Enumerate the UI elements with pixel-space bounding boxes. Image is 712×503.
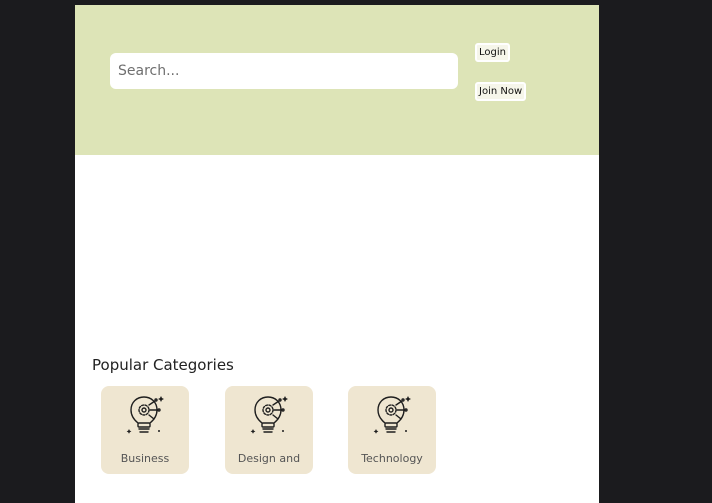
lightbulb-gear-icon [126,396,164,434]
category-card-technology[interactable]: Technology [348,386,436,474]
popular-categories-heading: Popular Categories [92,356,234,374]
join-now-button[interactable]: Join Now [475,82,527,101]
page-container: Login Join Now Popular Categories Busine… [75,5,599,503]
login-button[interactable]: Login [475,43,510,62]
category-label: Technology [361,452,423,465]
lightbulb-gear-icon [250,396,288,434]
site-header: Login Join Now [75,5,599,155]
category-card-design[interactable]: Design and [225,386,313,474]
category-label: Business [120,452,170,465]
category-card-business[interactable]: Business [101,386,189,474]
lightbulb-gear-icon [373,396,411,434]
search-input[interactable] [110,53,458,89]
category-label: Design and [237,452,301,465]
